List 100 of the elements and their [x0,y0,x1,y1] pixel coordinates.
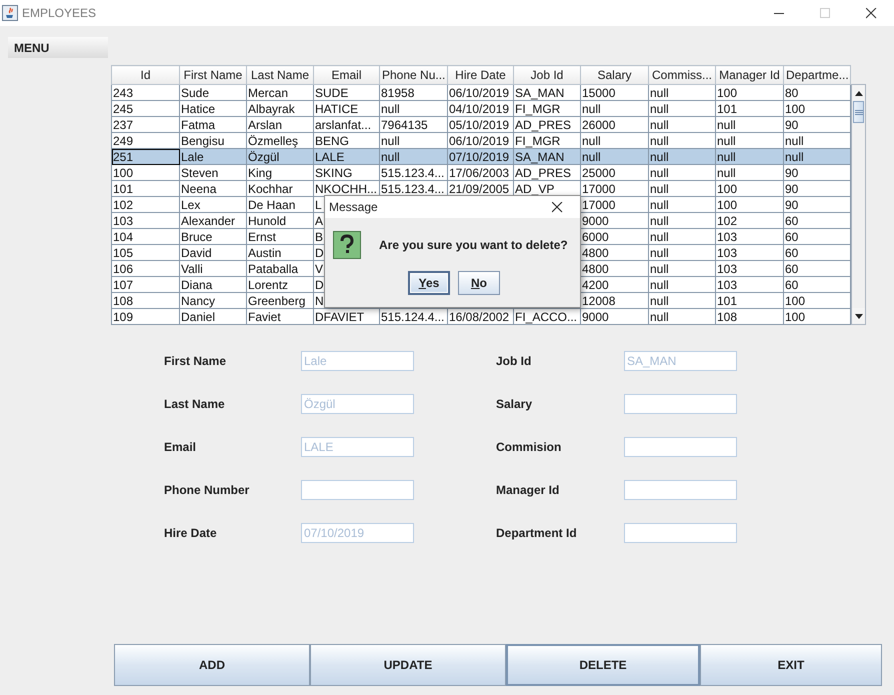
table-cell[interactable]: 108 [112,292,180,308]
table-cell[interactable]: Daniel [180,308,246,324]
table-cell[interactable]: Faviet [246,308,314,324]
table-cell[interactable]: 249 [112,132,180,148]
table-cell[interactable]: 12008 [580,292,648,308]
close-icon[interactable] [866,8,876,18]
column-header[interactable]: First Name [180,66,246,84]
table-cell[interactable]: Kochhar [246,180,314,196]
table-cell[interactable]: 237 [112,116,180,132]
column-header[interactable]: Email [314,66,380,84]
table-cell[interactable]: Bengisu [180,132,246,148]
table-cell[interactable]: 15000 [580,84,648,100]
table-cell[interactable]: Lex [180,196,246,212]
dialog-button[interactable]: Yes [408,271,450,295]
grip-icon[interactable] [854,110,862,114]
table-cell[interactable]: 60 [784,228,850,244]
table-cell[interactable]: null [648,84,716,100]
maximize-icon[interactable] [820,8,830,18]
table-cell[interactable]: 17000 [580,180,648,196]
table-cell[interactable]: 103 [716,276,784,292]
table-cell[interactable]: BENG [314,132,380,148]
table-cell[interactable]: Greenberg [246,292,314,308]
down-arrow-icon[interactable] [854,314,862,318]
up-arrow-icon[interactable] [854,90,862,96]
table-cell[interactable]: Bruce [180,228,246,244]
table-cell[interactable]: 16/08/2002 [448,308,514,324]
table-cell[interactable]: 60 [784,212,850,228]
table-cell[interactable]: 243 [112,84,180,100]
table-cell[interactable]: 106 [112,260,180,276]
table-cell[interactable]: 109 [112,308,180,324]
table-cell[interactable]: FI_MGR [514,132,580,148]
table-cell[interactable]: David [180,244,246,260]
table-cell[interactable]: 101 [112,180,180,196]
table-cell[interactable]: SA_MAN [514,84,580,100]
table-cell[interactable]: null [380,132,448,148]
table-cell[interactable]: 103 [716,228,784,244]
menu-button[interactable]: MENU [8,37,108,58]
action-button[interactable]: DELETE [506,644,700,686]
table-cell[interactable]: Mercan [246,84,314,100]
table-cell[interactable]: Özgül [246,148,314,164]
table-cell[interactable]: null [648,228,716,244]
table-cell[interactable]: 90 [784,196,850,212]
table-cell[interactable]: 103 [716,244,784,260]
table-cell[interactable]: null [784,132,850,148]
column-header[interactable]: Id [112,66,180,84]
column-header[interactable]: Hire Date [448,66,514,84]
table-cell[interactable]: 7964135 [380,116,448,132]
table-cell[interactable]: 100 [112,164,180,180]
table-cell[interactable]: Lale [180,148,246,164]
table-cell[interactable]: 100 [716,180,784,196]
column-header[interactable]: Commiss... [648,66,716,84]
column-header[interactable]: Last Name [246,66,314,84]
table-cell[interactable]: 103 [112,212,180,228]
table-cell[interactable]: 107 [112,276,180,292]
table-cell[interactable]: null [648,196,716,212]
table-cell[interactable]: null [648,212,716,228]
table-cell[interactable]: 26000 [580,116,648,132]
table-cell[interactable]: null [380,148,448,164]
table-cell[interactable]: FI_MGR [514,100,580,116]
table-cell[interactable]: Nancy [180,292,246,308]
table-cell[interactable]: null [648,308,716,324]
table-cell[interactable]: Steven [180,164,246,180]
table-cell[interactable]: Austin [246,244,314,260]
table-cell[interactable]: null [716,116,784,132]
column-header[interactable]: Departme... [784,66,850,84]
table-cell[interactable]: 100 [784,100,850,116]
table-cell[interactable]: 4200 [580,276,648,292]
table-cell[interactable]: 515.123.4... [380,164,448,180]
table-cell[interactable]: 245 [112,100,180,116]
text-field[interactable] [624,523,737,543]
table-cell[interactable]: 100 [716,84,784,100]
action-button[interactable]: ADD [114,644,310,686]
column-header[interactable]: Salary [580,66,648,84]
table-cell[interactable]: 80 [784,84,850,100]
table-cell[interactable]: 100 [784,308,850,324]
table-cell[interactable]: null [784,148,850,164]
table-cell[interactable]: 04/10/2019 [448,100,514,116]
table-cell[interactable]: King [246,164,314,180]
text-field[interactable] [624,480,737,500]
table-cell[interactable]: null [648,244,716,260]
table-cell[interactable]: 90 [784,164,850,180]
table-cell[interactable]: Lorentz [246,276,314,292]
table-cell[interactable]: Albayrak [246,100,314,116]
table-cell[interactable]: 60 [784,276,850,292]
table-cell[interactable]: null [648,100,716,116]
table-cell[interactable]: 102 [716,212,784,228]
table-cell[interactable]: 17000 [580,196,648,212]
table-cell[interactable]: 100 [784,292,850,308]
close-icon[interactable] [552,202,562,212]
table-cell[interactable]: SUDE [314,84,380,100]
table-cell[interactable]: Alexander [180,212,246,228]
column-header[interactable]: Phone Nu... [380,66,448,84]
table-cell[interactable]: 101 [716,292,784,308]
table-cell[interactable]: 251 [112,148,180,164]
table-cell[interactable]: 9000 [580,308,648,324]
text-field[interactable] [301,480,414,500]
column-header[interactable]: Job Id [514,66,580,84]
table-cell[interactable]: 4800 [580,260,648,276]
table-cell[interactable]: 515.124.4... [380,308,448,324]
table-cell[interactable]: Diana [180,276,246,292]
